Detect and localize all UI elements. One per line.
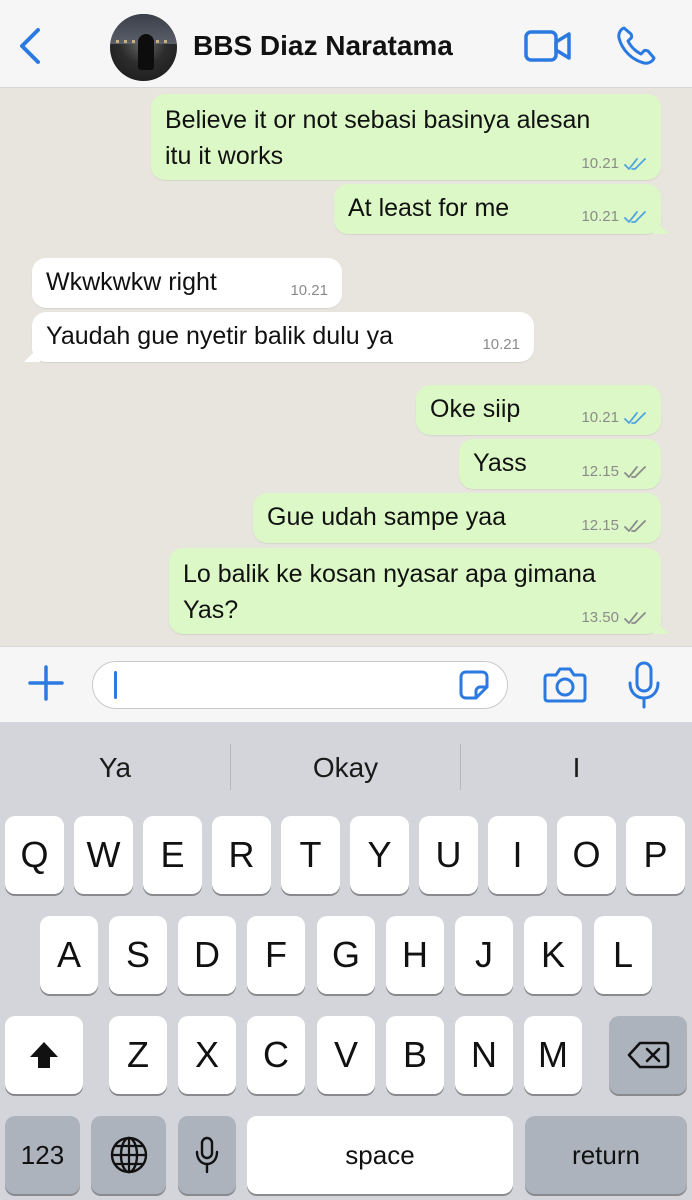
microphone-icon [628, 661, 660, 709]
message-time: 10.21 [581, 155, 619, 172]
key[interactable]: K [524, 916, 582, 994]
voice-call-button[interactable] [614, 24, 658, 68]
message-input[interactable] [92, 661, 508, 709]
message-text: Gue udah sampe yaa [267, 503, 507, 531]
message-text: Wkwkwkw right [46, 268, 217, 296]
message-bubble[interactable]: Believe it or not sebasi basinya alesan … [151, 94, 661, 180]
suggestion-item[interactable]: Ya [0, 748, 230, 788]
shift-key[interactable] [5, 1016, 83, 1094]
key[interactable]: N [455, 1016, 513, 1094]
message-bubble[interactable]: Lo balik ke kosan nyasar apa gimana Yas?… [169, 548, 669, 634]
key[interactable]: W [74, 816, 133, 894]
key[interactable]: D [178, 916, 236, 994]
backspace-icon [627, 1041, 670, 1069]
numbers-key[interactable]: 123 [5, 1116, 80, 1194]
message-time: 13.50 [581, 609, 619, 626]
message-meta: 10.21 [290, 283, 328, 299]
back-chevron-icon [20, 28, 40, 64]
message-text: Yass [473, 449, 527, 477]
shift-arrow-icon [30, 1042, 58, 1068]
message-meta: 10.21 [581, 209, 647, 225]
keyboard: Ya Okay I Q W E R T Y U I O P A S D F G … [0, 722, 692, 1200]
key[interactable]: Y [350, 816, 409, 894]
message-text: Yaudah gue nyetir balik dulu ya [46, 322, 393, 350]
message-text: At least for me [348, 194, 510, 222]
message-bubble[interactable]: At least for me 10.21 [334, 184, 669, 234]
message-time: 10.21 [482, 336, 520, 353]
message-time: 10.21 [581, 409, 619, 426]
key[interactable]: S [109, 916, 167, 994]
key[interactable]: A [40, 916, 98, 994]
message-meta: 13.50 [581, 610, 647, 626]
key[interactable]: F [247, 916, 305, 994]
message-time: 10.21 [290, 282, 328, 299]
composer-bar [0, 646, 692, 722]
message-meta: 12.15 [581, 464, 647, 480]
suggestion-item[interactable]: Okay [231, 748, 460, 788]
message-list[interactable]: Believe it or not sebasi basinya alesan … [0, 88, 692, 646]
video-call-button[interactable] [524, 28, 572, 64]
key[interactable]: E [143, 816, 202, 894]
back-button[interactable] [12, 24, 48, 68]
message-text: Oke siip [430, 395, 521, 423]
read-ticks-icon [624, 158, 646, 170]
phone-icon [617, 26, 656, 65]
key[interactable]: M [524, 1016, 582, 1094]
read-ticks-icon [624, 412, 646, 424]
message-meta: 10.21 [581, 410, 647, 426]
key[interactable]: L [594, 916, 652, 994]
message-bubble[interactable]: Wkwkwkw right 10.21 [32, 258, 342, 308]
key[interactable]: I [488, 816, 547, 894]
message-time: 10.21 [581, 208, 619, 225]
key[interactable]: P [626, 816, 685, 894]
key[interactable]: B [386, 1016, 444, 1094]
contact-name[interactable]: BBS Diaz Naratama [193, 30, 453, 62]
message-time: 12.15 [581, 463, 619, 480]
return-key[interactable]: return [525, 1116, 687, 1194]
message-text: Believe it or not sebasi basinya alesan … [165, 106, 591, 170]
key[interactable]: Q [5, 816, 64, 894]
plus-icon [28, 665, 64, 701]
message-meta: 10.21 [482, 337, 520, 353]
key[interactable]: H [386, 916, 444, 994]
message-bubble[interactable]: Gue udah sampe yaa 12.15 [253, 493, 661, 543]
suggestion-bar: Ya Okay I [0, 722, 692, 812]
delivered-ticks-icon [624, 612, 646, 624]
microphone-button[interactable] [626, 661, 662, 709]
key[interactable]: Z [109, 1016, 167, 1094]
camera-icon [543, 667, 587, 703]
attach-button[interactable] [26, 663, 66, 703]
key[interactable]: U [419, 816, 478, 894]
read-ticks-icon [624, 211, 646, 223]
delivered-ticks-icon [624, 520, 646, 532]
message-meta: 12.15 [581, 518, 647, 534]
suggestion-item[interactable]: I [461, 748, 692, 788]
globe-icon [110, 1136, 147, 1174]
microphone-icon [195, 1136, 219, 1174]
message-bubble[interactable]: Yaudah gue nyetir balik dulu ya 10.21 [24, 312, 534, 362]
key[interactable]: G [317, 916, 375, 994]
globe-key[interactable] [91, 1116, 166, 1194]
key[interactable]: O [557, 816, 616, 894]
dictation-key[interactable] [178, 1116, 236, 1194]
camera-button[interactable] [542, 665, 588, 705]
message-time: 12.15 [581, 517, 619, 534]
message-bubble[interactable]: Yass 12.15 [459, 439, 661, 489]
delivered-ticks-icon [624, 466, 646, 478]
video-camera-icon [524, 30, 571, 62]
key[interactable]: T [281, 816, 340, 894]
key[interactable]: V [317, 1016, 375, 1094]
avatar[interactable] [110, 14, 177, 81]
message-meta: 10.21 [581, 156, 647, 172]
key[interactable]: C [247, 1016, 305, 1094]
key[interactable]: J [455, 916, 513, 994]
space-key[interactable]: space [247, 1116, 513, 1194]
backspace-key[interactable] [609, 1016, 687, 1094]
key[interactable]: X [178, 1016, 236, 1094]
message-bubble[interactable]: Oke siip 10.21 [416, 385, 661, 435]
message-text: Lo balik ke kosan nyasar apa gimana Yas? [183, 560, 596, 624]
chat-header: BBS Diaz Naratama [0, 0, 692, 88]
key[interactable]: R [212, 816, 271, 894]
